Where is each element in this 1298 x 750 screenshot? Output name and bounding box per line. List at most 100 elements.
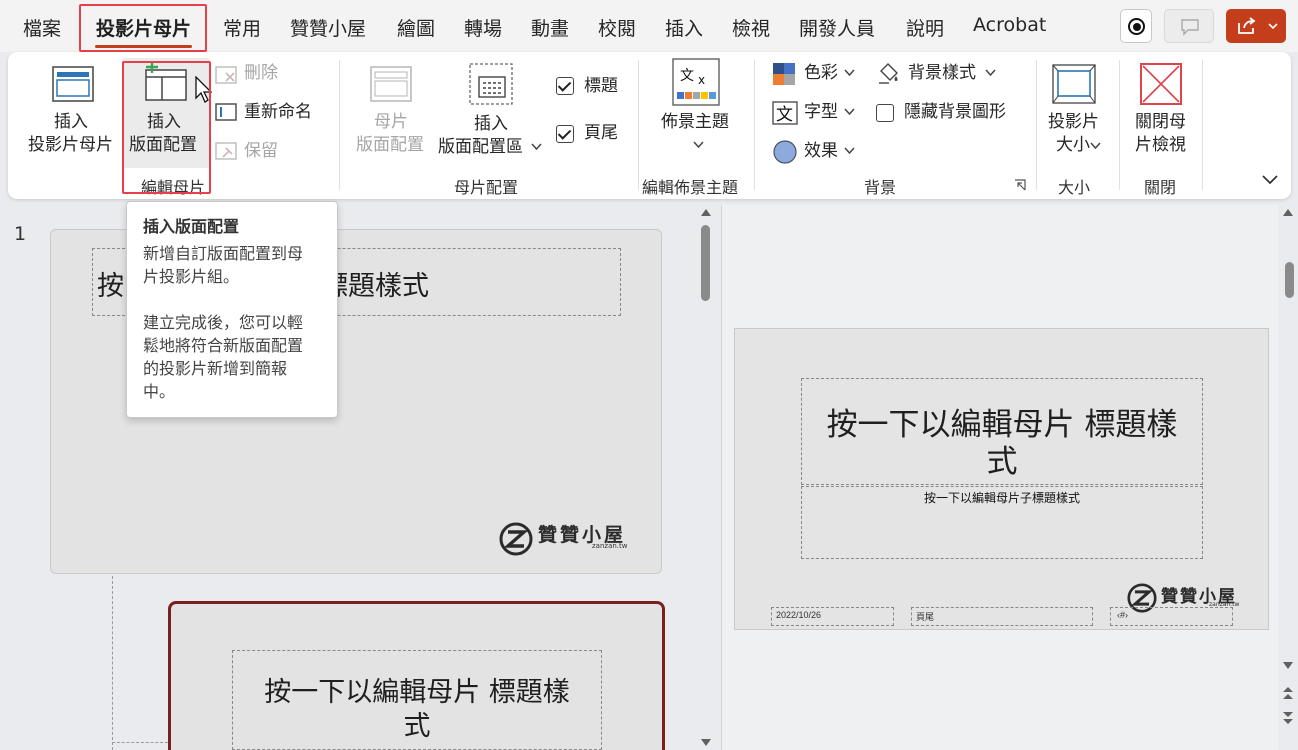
tooltip-line: 新增自訂版面配置到母 [143, 244, 304, 263]
tab-file[interactable]: 檔案 [23, 14, 61, 41]
comment-icon [1181, 19, 1199, 36]
tab-draw[interactable]: 繪圖 [397, 14, 435, 41]
master-layout-icon [370, 66, 412, 102]
slide-size-label1: 投影片 [1048, 112, 1099, 132]
paint-bucket-icon [879, 63, 898, 84]
themes-icon: 文 x [672, 58, 720, 106]
insert-layout-tooltip: 插入版面配置 新增自訂版面配置到母 片投影片組。 建立完成後，您可以輕 鬆地將符… [126, 201, 338, 418]
scroll-down-arrow-icon[interactable] [700, 738, 712, 747]
slide-title-line2: 式 [986, 444, 1018, 480]
tab-home[interactable]: 常用 [223, 14, 261, 41]
share-icon [1238, 17, 1256, 34]
group-label-close: 關閉 [1144, 178, 1177, 197]
placeholder-icon [469, 63, 513, 105]
title-checkbox-label: 標題 [584, 76, 618, 96]
group-label-master-layout: 母片配置 [454, 178, 519, 197]
colors-icon [773, 63, 795, 85]
tab-transitions[interactable]: 轉場 [464, 14, 502, 41]
tooltip-body-2: 建立完成後，您可以輕 鬆地將符合新版面配置 的投影片新增到簡報 中。 [143, 311, 328, 403]
hide-background-checkbox-box[interactable] [876, 104, 894, 122]
delete-label: 刪除 [244, 63, 278, 83]
group-label-edit-theme: 編輯佈景主題 [642, 178, 739, 197]
slide-subtitle: 按一下以編輯母片子標題樣式 [923, 491, 1080, 505]
record-button[interactable] [1120, 9, 1152, 43]
tab-zanzan[interactable]: 贊贊小屋 [290, 14, 366, 41]
collapse-ribbon-icon[interactable] [1262, 175, 1278, 185]
dialog-launcher-icon[interactable] [1014, 179, 1026, 191]
slide-size-label2: 大小 [1056, 135, 1090, 155]
thumb2-title-line2: 式 [403, 711, 431, 742]
slide-date: 2022/10/26 [776, 610, 822, 620]
svg-text:文: 文 [776, 105, 793, 125]
tab-developer[interactable]: 開發人員 [799, 14, 875, 41]
slide-master-icon [52, 66, 94, 102]
record-icon [1128, 18, 1145, 35]
chevron-down-icon [1268, 23, 1278, 30]
editing-pane-scrollbar[interactable] [1278, 205, 1298, 750]
zanzan-logo-icon [499, 522, 533, 556]
chevron-down-icon [844, 147, 855, 155]
slide-canvas[interactable]: 按一下以編輯母片 標題樣 式 按一下以編輯母片子標題樣式 贊贊小屋 zanzan… [734, 328, 1269, 630]
thumb2-title-line1: 按一下以編輯母片 標題樣 [264, 677, 570, 708]
delete-layout-icon [215, 66, 237, 84]
footer-placeholder[interactable] [911, 607, 1093, 626]
chevron-down-icon [693, 141, 704, 149]
tab-help[interactable]: 說明 [906, 14, 944, 41]
pane-divider [721, 205, 722, 750]
layout-tree-branch [112, 742, 168, 743]
slide-size-icon [1052, 64, 1096, 104]
scroll-thumb[interactable] [1285, 262, 1294, 298]
slide-footer: 頁尾 [916, 612, 935, 622]
close-master-label1: 關閉母 [1135, 112, 1186, 132]
group-label-size: 大小 [1058, 178, 1091, 197]
rename-label: 重新命名 [244, 102, 312, 122]
tab-highlight-box [79, 4, 207, 52]
scroll-down-arrow-icon[interactable] [1282, 661, 1294, 670]
layout-slide-thumbnail[interactable]: 按一下以編輯母片 標題樣 式 [168, 601, 665, 750]
chevron-down-icon [1090, 142, 1101, 150]
chevron-down-icon [844, 69, 855, 77]
scroll-up-arrow-icon[interactable] [700, 208, 712, 217]
fonts-label: 字型 [804, 102, 838, 122]
effects-icon [773, 140, 797, 164]
tab-acrobat[interactable]: Acrobat [973, 14, 1046, 36]
background-styles-label: 背景樣式 [908, 63, 976, 83]
insert-slide-master-label2: 投影片母片 [28, 135, 113, 155]
comments-button[interactable] [1164, 9, 1214, 43]
effects-label: 效果 [804, 141, 838, 161]
tooltip-line: 建立完成後，您可以輕 [143, 313, 304, 332]
chevron-down-icon [531, 143, 542, 151]
scroll-up-arrow-icon[interactable] [1282, 208, 1294, 217]
scroll-thumb[interactable] [701, 225, 710, 301]
slide-page-number: ‹#› [1117, 610, 1128, 620]
footer-checkbox-box[interactable] [556, 125, 574, 143]
next-slide-icon[interactable] [1281, 710, 1295, 726]
page-number-placeholder[interactable] [1110, 607, 1233, 626]
group-separator [339, 60, 340, 190]
chevron-down-icon [844, 108, 855, 116]
insert-placeholder-label1: 插入 [474, 114, 508, 134]
close-master-label2: 片檢視 [1135, 135, 1186, 155]
chevron-down-icon [985, 69, 996, 77]
hide-background-label: 隱藏背景圖形 [904, 102, 1006, 122]
fonts-icon: 文 [772, 101, 798, 125]
tooltip-line: 鬆地將符合新版面配置 [143, 336, 304, 355]
tooltip-line: 片投影片組。 [143, 267, 240, 286]
tooltip-body-1: 新增自訂版面配置到母 片投影片組。 [143, 242, 328, 288]
tab-insert[interactable]: 插入 [665, 14, 703, 41]
previous-slide-icon[interactable] [1281, 685, 1295, 701]
thumbnail-scrollbar[interactable] [693, 205, 719, 750]
share-button[interactable] [1226, 9, 1286, 43]
insert-layout-highlight-box [122, 61, 211, 194]
tab-view[interactable]: 檢視 [732, 14, 770, 41]
master-layout-label1: 母片 [374, 112, 408, 132]
title-checkbox-box[interactable] [556, 77, 574, 95]
master-layout-label2: 版面配置 [356, 135, 424, 155]
svg-text:x: x [698, 73, 705, 87]
slide-title: 按一下以編輯母片 標題樣 式 [801, 407, 1203, 481]
group-separator [1202, 60, 1203, 190]
group-label-background: 背景 [864, 178, 897, 197]
tab-review[interactable]: 校閱 [598, 14, 636, 41]
rename-icon [215, 103, 237, 121]
tab-animations[interactable]: 動畫 [531, 14, 569, 41]
